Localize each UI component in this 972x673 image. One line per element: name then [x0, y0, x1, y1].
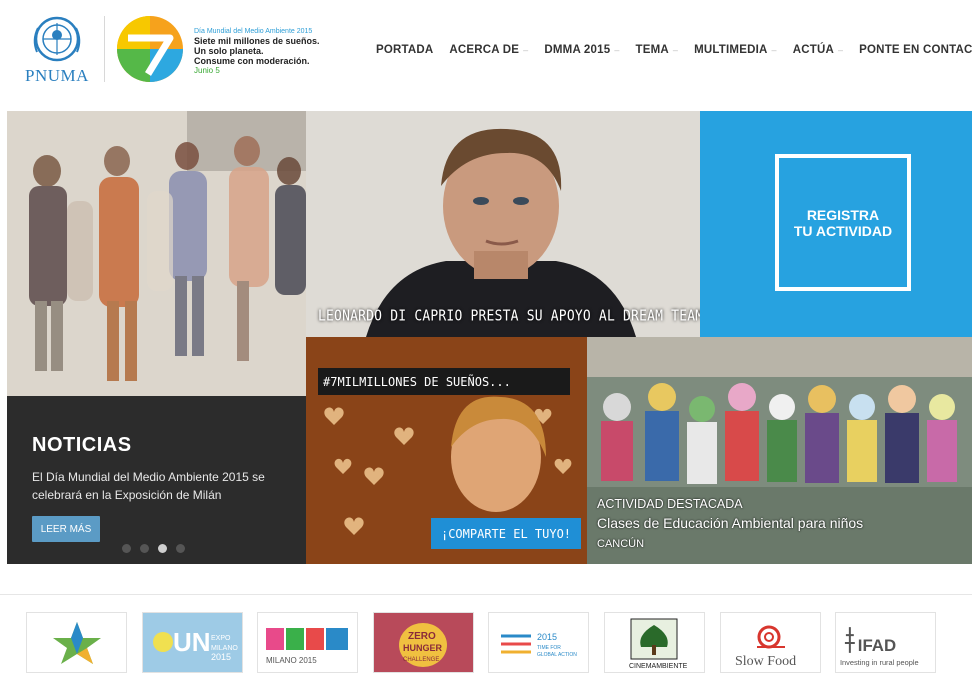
wed-tagline-line1: Día Mundial del Medio Ambiente 2015: [194, 28, 313, 35]
slider-dot-active[interactable]: [158, 544, 167, 553]
nav-item-label: ACERCA DE: [449, 44, 520, 56]
pnuma-logo[interactable]: PNUMA: [18, 14, 96, 86]
actividad-destacada-label: ACTIVIDAD DESTACADA: [597, 497, 743, 511]
svg-text:MILANO: MILANO: [211, 645, 238, 652]
svg-text:MILANO 2015: MILANO 2015: [266, 656, 317, 665]
svg-text:Investing in rural people: Investing in rural people: [840, 658, 919, 667]
wed-tagline-line2: Siete mil millones de sueños.: [194, 36, 320, 46]
pnuma-logo-text: PNUMA: [25, 66, 89, 85]
wed-7-logo-icon: [117, 16, 183, 82]
un-expo-logo-icon: UN EXPO MILANO 2015: [153, 627, 238, 662]
partner-expo-milano[interactable]: MILANO 2015: [257, 612, 358, 673]
nav-item-label: MULTIMEDIA: [694, 44, 768, 56]
nav-item-label: DMMA 2015: [544, 44, 611, 56]
nav-item-label: TEMA: [635, 44, 669, 56]
registra-box: REGISTRA TU ACTIVIDAD: [775, 154, 911, 291]
dropdown-dash-icon: –: [771, 45, 777, 55]
svg-text:CINEMAMBIENTE: CINEMAMBIENTE: [629, 663, 688, 670]
svg-text:Slow Food: Slow Food: [735, 654, 796, 669]
main-nav: PORTADA ACERCA DE – DMMA 2015– TEMA – MULT…: [368, 41, 972, 59]
partner-ifad[interactable]: IFAD Investing in rural people: [835, 612, 936, 673]
partner-time-for-global-action[interactable]: 2015 TIME FOR GLOBAL ACTION: [488, 612, 589, 673]
nav-item-tema[interactable]: TEMA –: [636, 44, 679, 56]
nav-item-dmma-2015[interactable]: DMMA 2015–: [544, 44, 619, 56]
dropdown-dash-icon: –: [837, 45, 844, 55]
leer-mas-button[interactable]: LEER MÁS: [32, 516, 100, 542]
registra-text: REGISTRA TU ACTIVIDAD: [794, 207, 892, 239]
header-divider: [104, 16, 105, 82]
svg-text:IFAD: IFAD: [858, 636, 896, 655]
crowd-photo[interactable]: [7, 111, 306, 396]
leonardo-dicaprio-tile[interactable]: LEONARDO DI CAPRIO PRESTA SU APOYO AL DR…: [306, 111, 700, 337]
slow-food-snail-icon: Slow Food: [735, 625, 796, 669]
slider-dots: [122, 544, 185, 553]
page: PNUMA Día Mundial del Medio Ambiente 201…: [0, 0, 972, 673]
svg-text:ZERO: ZERO: [408, 631, 436, 642]
registra-line2: TU ACTIVIDAD: [793, 222, 893, 239]
comparte-label: ¡COMPARTE EL TUYO!: [440, 526, 572, 541]
registra-line1: REGISTRA: [806, 206, 880, 223]
partner-un-expo[interactable]: UN EXPO MILANO 2015: [142, 612, 243, 673]
nav-item-label: PONTE EN CONTACTO: [859, 44, 972, 56]
partner-zero-hunger[interactable]: ZERO HUNGER CHALLENGE: [373, 612, 474, 673]
svg-text:CHALLENGE: CHALLENGE: [403, 657, 439, 663]
nav-item-contacto[interactable]: PONTE EN CONTACTO: [859, 44, 972, 56]
zero-hunger-logo-icon: ZERO HUNGER CHALLENGE: [399, 623, 447, 667]
actividad-title: Clases de Educación Ambiental para niños: [597, 515, 864, 531]
svg-text:UN: UN: [173, 627, 211, 657]
svg-text:2015: 2015: [537, 632, 557, 642]
news-text: El Día Mundial del Medio Ambiente 2015 s…: [32, 470, 265, 502]
slider-dot[interactable]: [122, 544, 131, 553]
svg-text:TIME FOR: TIME FOR: [537, 645, 561, 651]
registra-actividad-tile[interactable]: REGISTRA TU ACTIVIDAD: [700, 111, 972, 337]
wed-tagline-line4: Consume con moderación.: [194, 56, 310, 66]
global-action-logo-icon: 2015 TIME FOR GLOBAL ACTION: [501, 632, 577, 658]
leonardo-caption: LEONARDO DI CAPRIO PRESTA SU APOYO AL DR…: [318, 307, 700, 326]
wed-tagline-line5: Junio 5: [194, 66, 220, 75]
hashtag-text: #7MILMILLONES DE SUEÑOS...: [323, 374, 511, 389]
crowd-image: [7, 111, 306, 396]
siete-mil-millones-tile[interactable]: #7MILMILLONES DE SUEÑOS... ¡COMPARTE EL …: [306, 337, 587, 564]
dropdown-dash-icon: –: [523, 45, 529, 55]
svg-text:HUNGER: HUNGER: [403, 643, 443, 653]
slider-dot[interactable]: [140, 544, 149, 553]
news-title: NOTICIAS: [32, 434, 132, 456]
nav-item-actua[interactable]: ACTÚA –: [793, 44, 843, 56]
wed-tagline: Día Mundial del Medio Ambiente 2015 Siet…: [194, 27, 344, 76]
partners-divider: [0, 594, 972, 595]
ifad-logo-icon: IFAD Investing in rural people: [840, 627, 919, 667]
svg-text:EXPO: EXPO: [211, 635, 231, 642]
slider-dot[interactable]: [176, 544, 185, 553]
partner-cinemambiente[interactable]: CINEMAMBIENTE: [604, 612, 705, 673]
nav-item-label: ACTÚA: [792, 44, 834, 56]
wed-tagline-line3: Un solo planeta.: [194, 46, 264, 56]
hashtag-bar: #7MILMILLONES DE SUEÑOS...: [318, 368, 570, 395]
nav-item-acerca-de[interactable]: ACERCA DE –: [449, 44, 528, 56]
nav-item-portada[interactable]: PORTADA: [376, 44, 433, 56]
actividad-location: CANCÚN: [597, 538, 645, 550]
news-panel: NOTICIAS El Día Mundial del Medio Ambien…: [7, 396, 306, 564]
svg-text:2015: 2015: [211, 652, 231, 662]
dropdown-dash-icon: –: [614, 45, 620, 55]
site-header: PNUMA Día Mundial del Medio Ambiente 201…: [0, 0, 972, 100]
expo-milano-logo-icon: MILANO 2015: [266, 627, 348, 665]
comparte-button[interactable]: ¡COMPARTE EL TUYO!: [431, 518, 581, 549]
nav-item-label: PORTADA: [376, 44, 434, 56]
nav-item-multimedia[interactable]: MULTIMEDIA –: [694, 44, 777, 56]
cinemambiente-logo-icon: CINEMAMBIENTE: [629, 618, 688, 670]
ministero-star-icon: [52, 621, 101, 664]
actividad-destacada-tile[interactable]: ACTIVIDAD DESTACADA Clases de Educación …: [587, 337, 972, 564]
svg-text:GLOBAL ACTION: GLOBAL ACTION: [537, 652, 577, 658]
dropdown-dash-icon: –: [672, 45, 679, 55]
partner-slow-food[interactable]: Slow Food: [720, 612, 821, 673]
wed-2015-logo[interactable]: [114, 14, 186, 84]
partner-ministero-ambiente[interactable]: [26, 612, 127, 673]
un-emblem-icon: [33, 16, 81, 62]
leonardo-photo: [306, 111, 700, 337]
